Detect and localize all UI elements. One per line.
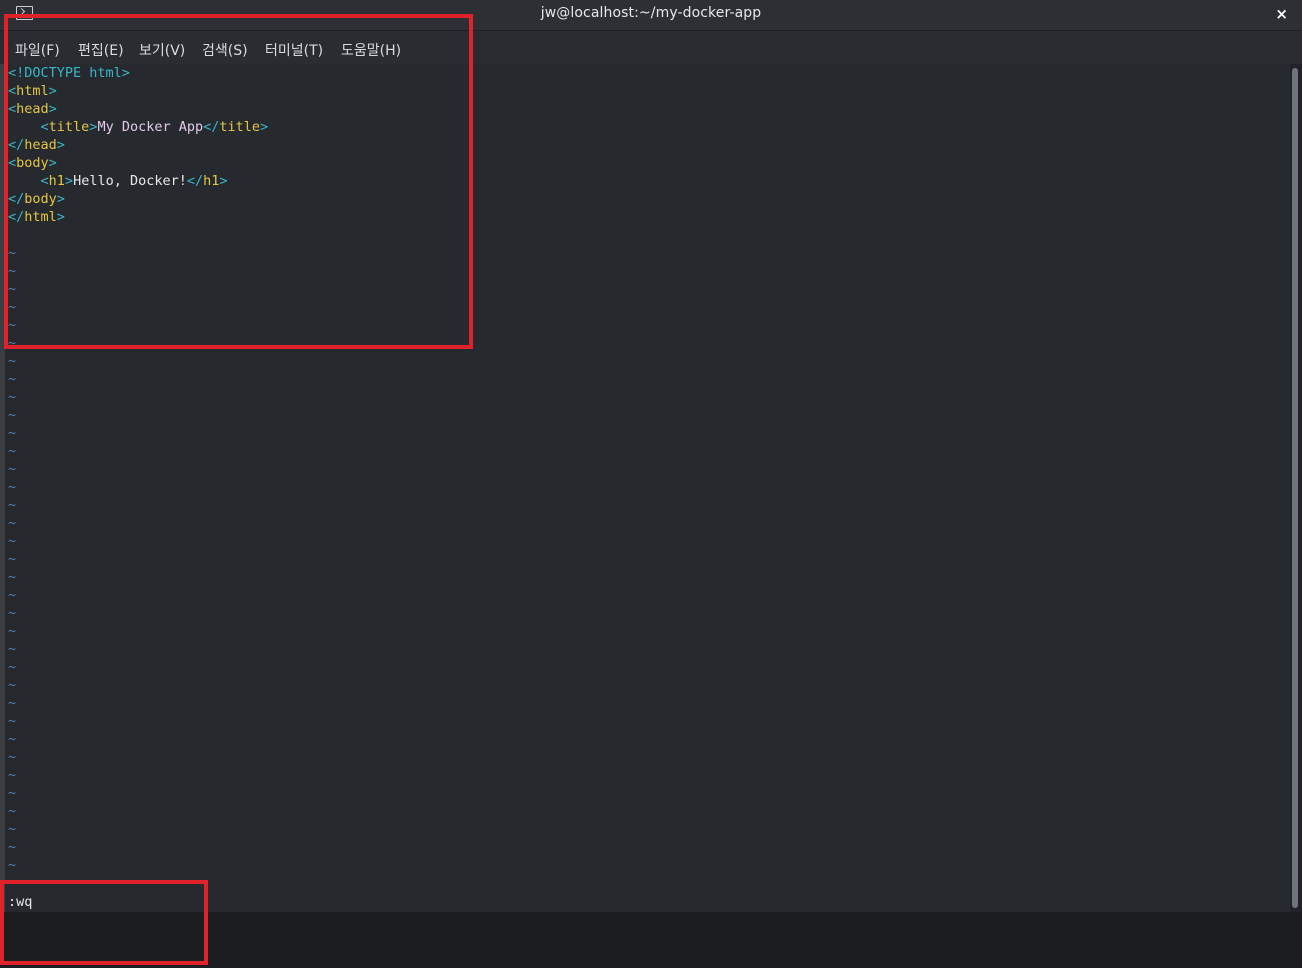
tilde-marker: ~ [8, 695, 17, 711]
annotation-box-code [4, 14, 473, 349]
close-button[interactable]: × [1275, 5, 1288, 23]
tilde-marker: ~ [8, 515, 17, 531]
tilde-marker: ~ [8, 623, 17, 639]
tilde-marker: ~ [8, 461, 17, 477]
tilde-marker: ~ [8, 641, 17, 657]
tilde-marker: ~ [8, 533, 17, 549]
tilde-marker: ~ [8, 677, 17, 693]
tilde-marker: ~ [8, 371, 17, 387]
tilde-marker: ~ [8, 839, 17, 855]
tilde-marker: ~ [8, 587, 17, 603]
tilde-marker: ~ [8, 479, 17, 495]
tilde-marker: ~ [8, 659, 17, 675]
tilde-marker: ~ [8, 731, 17, 747]
scrollbar-thumb[interactable] [1292, 68, 1298, 908]
tilde-marker: ~ [8, 821, 17, 837]
tilde-marker: ~ [8, 713, 17, 729]
tilde-marker: ~ [8, 605, 17, 621]
tilde-marker: ~ [8, 803, 17, 819]
tilde-marker: ~ [8, 857, 17, 873]
tilde-marker: ~ [8, 389, 17, 405]
tilde-marker: ~ [8, 407, 17, 423]
tilde-marker: ~ [8, 497, 17, 513]
tilde-marker: ~ [8, 443, 17, 459]
tilde-marker: ~ [8, 569, 17, 585]
tilde-marker: ~ [8, 551, 17, 567]
tilde-marker: ~ [8, 767, 17, 783]
tilde-marker: ~ [8, 353, 17, 369]
tilde-marker: ~ [8, 425, 17, 441]
tilde-marker: ~ [8, 785, 17, 801]
tilde-marker: ~ [8, 749, 17, 765]
annotation-box-command [0, 880, 208, 965]
